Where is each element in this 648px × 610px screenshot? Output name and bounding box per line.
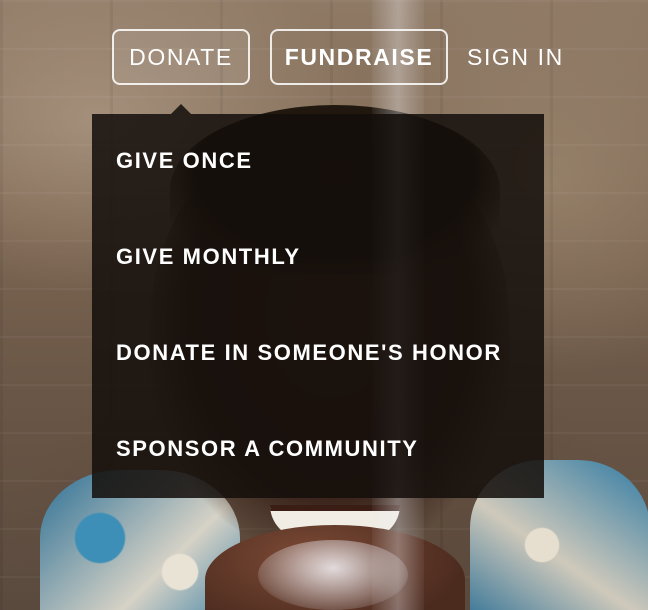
sign-in-link[interactable]: SIGN IN bbox=[467, 29, 564, 85]
donate-dropdown-menu: GIVE ONCE GIVE MONTHLY DONATE IN SOMEONE… bbox=[92, 114, 544, 498]
menu-item-sponsor-community[interactable]: SPONSOR A COMMUNITY bbox=[116, 436, 419, 462]
menu-item-give-once[interactable]: GIVE ONCE bbox=[116, 148, 253, 174]
menu-item-give-monthly[interactable]: GIVE MONTHLY bbox=[116, 244, 301, 270]
fundraise-button[interactable]: FUNDRAISE bbox=[270, 29, 448, 85]
menu-item-donate-in-honor[interactable]: DONATE IN SOMEONE'S HONOR bbox=[116, 340, 502, 366]
photo-water-splash bbox=[258, 540, 408, 610]
dropdown-caret-icon bbox=[171, 104, 191, 114]
donate-button[interactable]: DONATE bbox=[112, 29, 250, 85]
top-navigation: DONATE FUNDRAISE SIGN IN bbox=[0, 0, 648, 100]
